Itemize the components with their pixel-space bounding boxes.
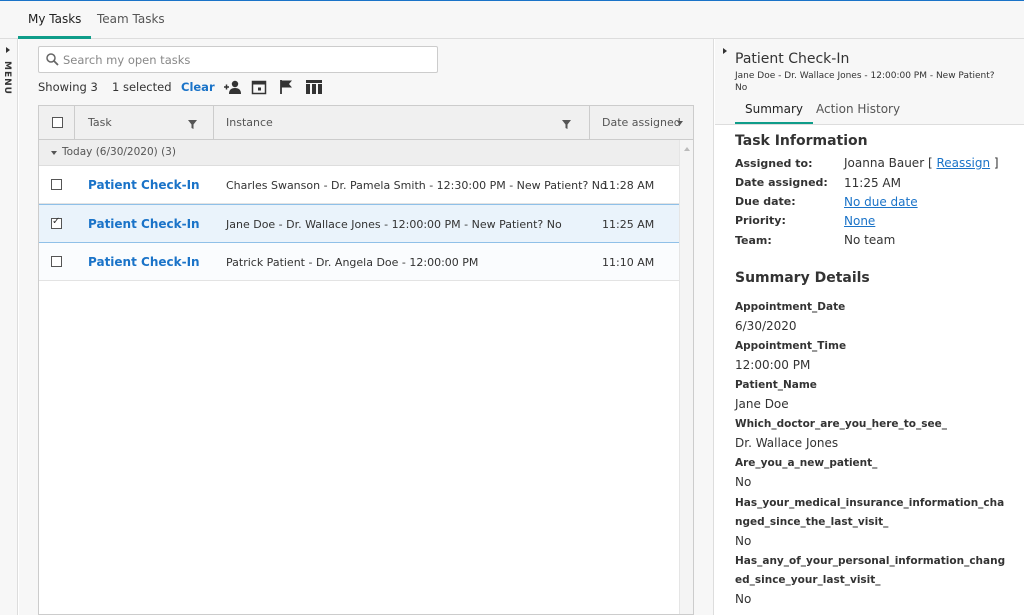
- field-key: Appointment_Time: [735, 340, 847, 352]
- task-grid: Task Instance Date assigned Today (6/30/…: [38, 105, 694, 615]
- field-value: Dr. Wallace Jones: [735, 436, 839, 450]
- row-checkbox[interactable]: [51, 179, 62, 190]
- field-value: 12:00:00 PM: [735, 358, 811, 372]
- date-assigned-text: 11:10 AM: [602, 256, 655, 269]
- sort-desc-icon[interactable]: [677, 121, 683, 125]
- calendar-icon[interactable]: [251, 79, 267, 98]
- menu-label[interactable]: MENU: [2, 61, 12, 95]
- tab-my-tasks[interactable]: My Tasks: [17, 1, 92, 39]
- field-value: No: [735, 592, 752, 606]
- date-assigned-text: 11:25 AM: [602, 218, 655, 231]
- field-key: Appointment_Date: [735, 301, 846, 313]
- assigned-to-label: Assigned to:: [735, 157, 813, 170]
- task-link[interactable]: Patient Check-In: [88, 255, 200, 269]
- group-label: Today (6/30/2020) (3): [62, 146, 176, 158]
- field-key: Has_any_of_your_personal_information_cha…: [735, 555, 1006, 586]
- expand-arrow-icon[interactable]: [6, 47, 10, 53]
- scroll-up-icon[interactable]: [684, 147, 690, 151]
- priority-label: Priority:: [735, 214, 786, 227]
- date-assigned-value: 11:25 AM: [844, 176, 901, 190]
- task-information-heading: Task Information: [735, 133, 868, 149]
- reassign-link[interactable]: Reassign: [936, 156, 990, 170]
- detail-title: Patient Check-In: [735, 51, 850, 67]
- filter-icon[interactable]: [188, 118, 197, 132]
- instance-text: Jane Doe - Dr. Wallace Jones - 12:00:00 …: [226, 218, 562, 231]
- detail-header: Patient Check-In Jane Doe - Dr. Wallace …: [715, 39, 1024, 125]
- row-checkbox[interactable]: [51, 256, 62, 267]
- column-header-date-assigned[interactable]: Date assigned: [602, 106, 681, 139]
- selected-count: 1 selected: [112, 80, 172, 94]
- instance-text: Patrick Patient - Dr. Angela Doe - 12:00…: [226, 256, 479, 269]
- task-link[interactable]: Patient Check-In: [88, 178, 200, 192]
- collapse-pane-icon[interactable]: [723, 48, 727, 54]
- flag-icon[interactable]: [279, 79, 293, 98]
- instance-text: Charles Swanson - Dr. Pamela Smith - 12:…: [226, 179, 607, 192]
- reassign-bracket-close: ]: [993, 156, 999, 170]
- menu-rail[interactable]: MENU: [0, 39, 18, 615]
- collapse-arrow-icon[interactable]: [51, 151, 57, 155]
- tab-team-tasks[interactable]: Team Tasks: [97, 1, 165, 39]
- search-icon: [46, 53, 59, 66]
- grid-scrollbar[interactable]: [679, 140, 693, 614]
- table-row[interactable]: Patient Check-In Patrick Patient - Dr. A…: [39, 243, 679, 281]
- tab-action-history[interactable]: Action History: [816, 102, 900, 124]
- column-header-instance[interactable]: Instance: [226, 106, 273, 139]
- select-all-checkbox[interactable]: [52, 117, 63, 128]
- field-value: No: [735, 475, 752, 489]
- row-checkbox[interactable]: [51, 216, 62, 229]
- showing-count: Showing 3: [38, 80, 98, 94]
- assign-user-icon[interactable]: [224, 79, 242, 98]
- columns-icon[interactable]: [305, 79, 323, 98]
- filter-icon[interactable]: [562, 118, 571, 132]
- due-date-label: Due date:: [735, 195, 796, 208]
- field-key: Which_doctor_are_you_here_to_see_: [735, 418, 948, 430]
- group-header[interactable]: Today (6/30/2020) (3): [39, 140, 679, 166]
- assignee-name: Joanna Bauer: [844, 156, 925, 170]
- field-key: Has_your_medical_insurance_information_c…: [735, 497, 1005, 528]
- team-label: Team:: [735, 234, 772, 247]
- field-key: Patient_Name: [735, 379, 817, 391]
- clear-selection-button[interactable]: Clear: [181, 80, 215, 94]
- column-divider: [74, 106, 75, 139]
- column-divider: [213, 106, 214, 139]
- column-divider: [589, 106, 590, 139]
- detail-subtitle: Jane Doe - Dr. Wallace Jones - 12:00:00 …: [735, 71, 995, 93]
- top-nav: My Tasks Team Tasks: [0, 1, 1024, 39]
- tab-summary[interactable]: Summary: [735, 102, 813, 124]
- column-header-task[interactable]: Task: [88, 106, 112, 139]
- summary-details-heading: Summary Details: [735, 270, 870, 286]
- field-value: 6/30/2020: [735, 319, 797, 333]
- search-input[interactable]: [63, 49, 433, 70]
- field-key: Are_you_a_new_patient_: [735, 457, 878, 469]
- field-value: No: [735, 534, 752, 548]
- team-value: No team: [844, 233, 896, 247]
- table-row[interactable]: Patient Check-In Charles Swanson - Dr. P…: [39, 166, 679, 204]
- search-box[interactable]: [38, 46, 438, 73]
- field-value: Jane Doe: [735, 397, 789, 411]
- due-date-link[interactable]: No due date: [844, 195, 918, 209]
- date-assigned-label: Date assigned:: [735, 176, 828, 189]
- table-row[interactable]: Patient Check-In Jane Doe - Dr. Wallace …: [39, 204, 679, 243]
- list-toolbar: Showing 3 1 selected Clear: [38, 79, 698, 97]
- assigned-to-value: Joanna Bauer [ Reassign ]: [844, 156, 999, 170]
- priority-link[interactable]: None: [844, 214, 875, 228]
- grid-header: Task Instance Date assigned: [39, 106, 693, 140]
- date-assigned-text: 11:28 AM: [602, 179, 655, 192]
- reassign-bracket-open: [: [927, 156, 933, 170]
- task-detail-pane: Patient Check-In Jane Doe - Dr. Wallace …: [715, 39, 1024, 615]
- task-link[interactable]: Patient Check-In: [88, 217, 200, 231]
- task-list-pane: Showing 3 1 selected Clear: [19, 39, 714, 615]
